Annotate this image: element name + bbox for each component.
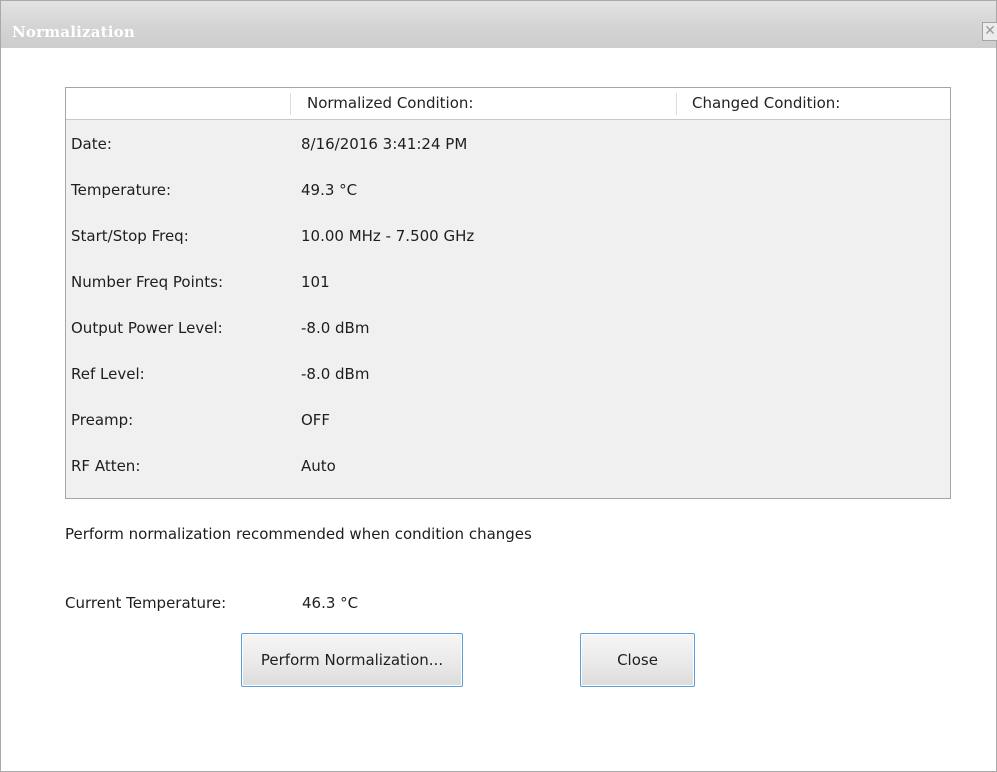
row-normalized-value: 10.00 MHz - 7.500 GHz bbox=[301, 227, 475, 245]
row-label: RF Atten: bbox=[71, 457, 141, 475]
row-label: Date: bbox=[71, 135, 112, 153]
header-changed-condition: Changed Condition: bbox=[692, 94, 841, 112]
table-row: Start/Stop Freq: 10.00 MHz - 7.500 GHz bbox=[66, 213, 950, 259]
column-divider bbox=[290, 93, 291, 115]
table-row: Temperature: 49.3 °C bbox=[66, 167, 950, 213]
row-normalized-value: Auto bbox=[301, 457, 336, 475]
title-bar[interactable]: Normalization ✕ bbox=[1, 1, 997, 48]
close-icon[interactable]: ✕ bbox=[982, 22, 997, 41]
row-normalized-value: 49.3 °C bbox=[301, 181, 358, 199]
row-normalized-value: OFF bbox=[301, 411, 331, 429]
table-row: Number Freq Points: 101 bbox=[66, 259, 950, 305]
table-row: Ref Level: -8.0 dBm bbox=[66, 351, 950, 397]
normalization-dialog: Normalization ✕ Normalized Condition: Ch… bbox=[0, 0, 997, 772]
current-temperature-value: 46.3 °C bbox=[302, 594, 359, 612]
table-row: Preamp: OFF bbox=[66, 397, 950, 443]
conditions-table: Normalized Condition: Changed Condition:… bbox=[65, 87, 951, 499]
row-normalized-value: -8.0 dBm bbox=[301, 365, 370, 383]
perform-normalization-button[interactable]: Perform Normalization... bbox=[241, 633, 463, 687]
header-normalized-condition: Normalized Condition: bbox=[307, 94, 474, 112]
dialog-title: Normalization bbox=[12, 23, 135, 41]
row-normalized-value: -8.0 dBm bbox=[301, 319, 370, 337]
row-label: Output Power Level: bbox=[71, 319, 223, 337]
row-normalized-value: 8/16/2016 3:41:24 PM bbox=[301, 135, 468, 153]
table-row: RF Atten: Auto bbox=[66, 443, 950, 489]
close-button[interactable]: Close bbox=[580, 633, 695, 687]
row-label: Temperature: bbox=[71, 181, 172, 199]
table-row: Output Power Level: -8.0 dBm bbox=[66, 305, 950, 351]
row-normalized-value: 101 bbox=[301, 273, 330, 291]
row-label: Preamp: bbox=[71, 411, 134, 429]
row-label: Start/Stop Freq: bbox=[71, 227, 189, 245]
recommendation-text: Perform normalization recommended when c… bbox=[65, 525, 532, 543]
row-label: Ref Level: bbox=[71, 365, 145, 383]
table-header: Normalized Condition: Changed Condition: bbox=[66, 88, 950, 120]
current-temperature-label: Current Temperature: bbox=[65, 594, 227, 612]
table-row: Date: 8/16/2016 3:41:24 PM bbox=[66, 121, 950, 167]
column-divider bbox=[676, 93, 677, 115]
row-label: Number Freq Points: bbox=[71, 273, 224, 291]
